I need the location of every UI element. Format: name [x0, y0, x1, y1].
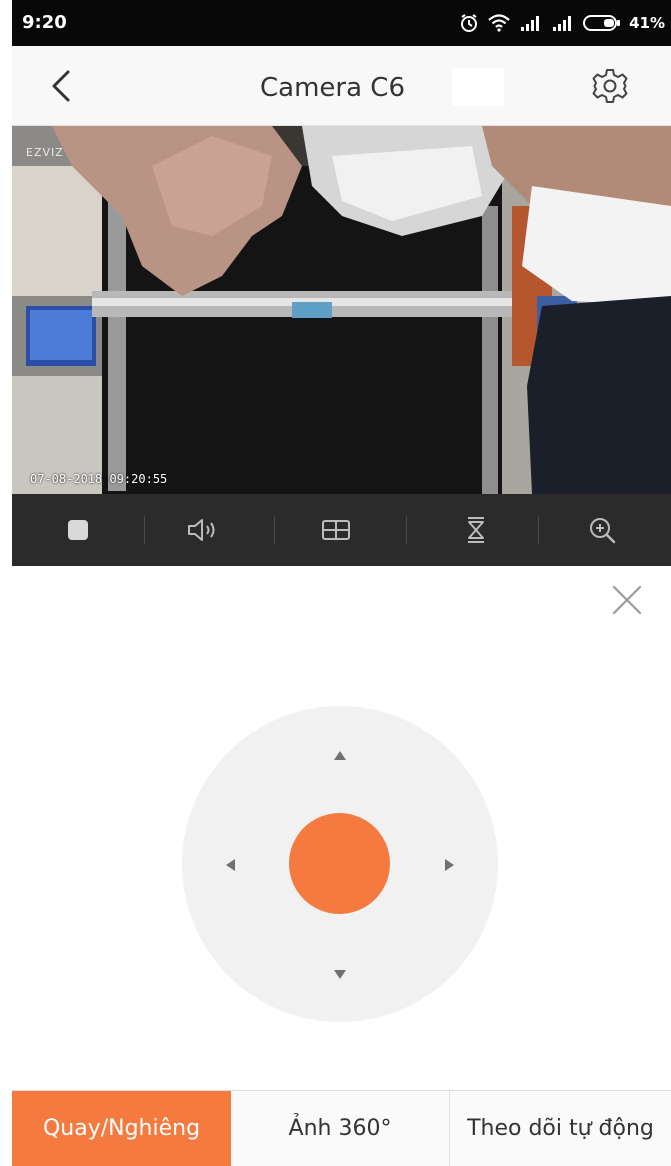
wifi-icon: [488, 14, 510, 32]
toolbar-separator: [144, 516, 145, 544]
page-title: Camera C6: [260, 73, 405, 103]
battery-percent: 41%: [629, 14, 665, 32]
nav-bar: Camera C6: [12, 46, 671, 126]
ptz-icon: [468, 517, 484, 543]
video-timestamp: 07-08-2018 09:20:55: [30, 472, 168, 486]
arrow-down-icon[interactable]: [334, 970, 346, 979]
status-bar: 9:20 41%: [12, 0, 671, 46]
layout-icon: [322, 520, 350, 540]
stop-button[interactable]: [58, 512, 98, 548]
video-toolbar: [12, 494, 671, 566]
video-watermark: EZVIZ: [26, 146, 64, 159]
arrow-right-icon[interactable]: [445, 859, 454, 871]
battery-icon: [583, 15, 621, 31]
arrow-up-icon[interactable]: [334, 751, 346, 760]
close-icon[interactable]: [610, 583, 644, 617]
gear-icon[interactable]: [590, 66, 630, 106]
video-frame-illustration: [12, 126, 671, 494]
toolbar-separator: [406, 516, 407, 544]
status-time: 9:20: [22, 12, 67, 33]
alarm-icon: [461, 14, 478, 32]
signal-icon: [553, 16, 572, 31]
signal-icon: [521, 16, 540, 31]
toolbar-separator: [538, 516, 539, 544]
mode-tabs: Quay/Nghiêng Ảnh 360° Theo dõi tự động: [12, 1090, 671, 1166]
sound-button[interactable]: [184, 512, 224, 548]
tab-panorama-360[interactable]: Ảnh 360°: [231, 1091, 450, 1166]
blank-box: [452, 68, 504, 106]
joystick-center-button[interactable]: [289, 813, 390, 914]
tab-pan-tilt[interactable]: Quay/Nghiêng: [12, 1091, 231, 1166]
status-icons: 41%: [459, 8, 665, 38]
zoom-button[interactable]: [582, 512, 622, 548]
ptz-button[interactable]: [456, 512, 496, 548]
ptz-joystick[interactable]: [182, 706, 498, 1022]
arrow-left-icon[interactable]: [226, 859, 235, 871]
stop-icon: [68, 520, 88, 540]
speaker-icon: [188, 519, 215, 541]
toolbar-separator: [274, 516, 275, 544]
camera-video-feed[interactable]: EZVIZ 07-08-2018 09:20:55: [12, 126, 671, 494]
layout-button[interactable]: [316, 512, 356, 548]
zoom-in-icon: [590, 518, 616, 544]
tab-auto-tracking[interactable]: Theo dõi tự động: [450, 1091, 671, 1166]
